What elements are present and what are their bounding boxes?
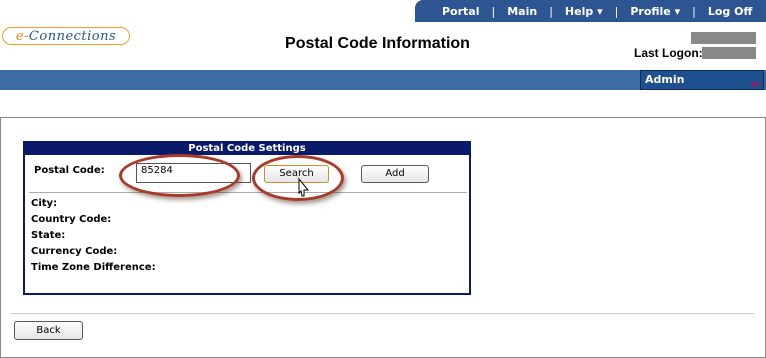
nav-logoff-link[interactable]: Log Off [708, 5, 753, 18]
footer-divider [10, 313, 754, 314]
nav-separator: | [614, 4, 619, 18]
dropdown-arrow-icon [750, 82, 760, 88]
role-select-value: Admin [645, 73, 685, 86]
panel-divider [29, 192, 467, 193]
redacted-last-logon-value [702, 47, 756, 59]
mouse-pointer-icon [298, 178, 310, 197]
postal-input-highlight-ring [119, 154, 240, 197]
country-code-label: Country Code: [31, 214, 112, 225]
nav-portal-link[interactable]: Portal [442, 5, 480, 18]
logo-text: Connections [28, 28, 117, 44]
panel-title: Postal Code Settings [25, 143, 469, 155]
redacted-username [691, 32, 756, 44]
city-label: City: [31, 198, 58, 209]
role-select[interactable]: Admin [640, 70, 764, 90]
back-button[interactable]: Back [14, 321, 83, 340]
nav-profile-menu[interactable]: Profile ▾ [630, 5, 680, 18]
top-nav: Portal | Main | Help ▾ | Profile ▾ | Log… [415, 0, 766, 22]
nav-separator: | [549, 4, 553, 18]
page-title: Postal Code Information [285, 35, 470, 52]
nav-help-menu[interactable]: Help ▾ [565, 5, 603, 18]
postal-code-label: Postal Code: [34, 165, 105, 176]
nav-help-label: Help [564, 4, 594, 18]
last-logon-label: Last Logon: [634, 46, 703, 60]
logo-prefix: e- [15, 28, 29, 44]
postal-code-settings-panel: Postal Code Settings Postal Code: 85284 … [23, 141, 471, 295]
nav-separator: | [491, 4, 496, 18]
add-button[interactable]: Add [361, 165, 429, 183]
time-zone-difference-label: Time Zone Difference: [31, 262, 156, 273]
currency-code-label: Currency Code: [31, 246, 118, 257]
logo: e- Connections [2, 27, 130, 45]
nav-profile-label: Profile [630, 4, 671, 18]
nav-main-link[interactable]: Main [507, 5, 537, 18]
nav-separator: | [692, 4, 696, 18]
state-label: State: [31, 230, 66, 241]
